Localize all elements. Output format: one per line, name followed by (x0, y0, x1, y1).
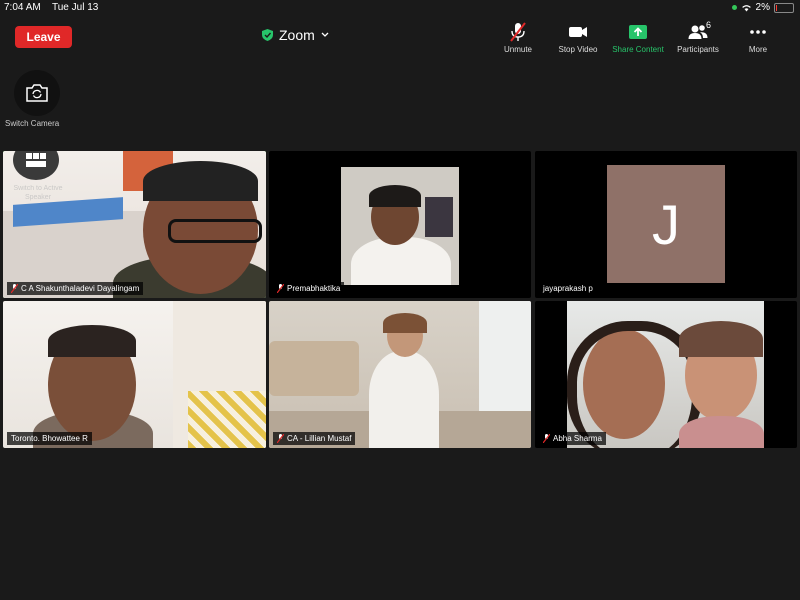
unmute-button[interactable]: Unmute (488, 20, 548, 54)
participants-button[interactable]: 6 Participants (668, 20, 728, 54)
stop-video-label: Stop Video (558, 45, 598, 54)
share-content-button[interactable]: Share Content (608, 20, 668, 54)
participant-name-tag: Premabhaktika (273, 282, 345, 295)
unmute-label: Unmute (503, 45, 532, 54)
participant-name: Abha Sharma (553, 434, 602, 443)
participant-name-tag: C A Shakunthaladevi Dayalingam (7, 282, 144, 295)
leave-button[interactable]: Leave (15, 26, 72, 48)
participants-icon (688, 25, 708, 39)
battery-percent: 2% (755, 2, 770, 13)
microphone-muted-icon (510, 22, 526, 42)
gallery-grid-icon (26, 153, 46, 167)
chevron-down-icon (321, 32, 329, 37)
video-tile-jayaprakash[interactable]: J jayaprakash p (535, 151, 797, 298)
wifi-icon (741, 4, 751, 11)
participant-name-tag: Toronto. Bhowattee R (7, 432, 92, 445)
more-dots-icon (750, 30, 766, 34)
share-arrow-icon (629, 25, 647, 39)
share-content-label: Share Content (612, 45, 664, 54)
participants-count-badge: 6 (706, 20, 712, 30)
participant-name: CA - Lillian Mustaf (287, 434, 352, 443)
meeting-title[interactable]: Zoom (262, 26, 329, 44)
muted-mic-icon (11, 284, 18, 293)
participant-name: Premabhaktika (287, 284, 341, 293)
camera-rotate-icon (26, 84, 48, 102)
meeting-title-text: Zoom (279, 27, 315, 43)
video-tile-shakunthaladevi[interactable]: Switch to Active Speaker C A Shakunthala… (3, 151, 266, 298)
muted-mic-icon (543, 434, 550, 443)
switch-camera-button[interactable] (14, 70, 60, 116)
meeting-toolbar: Unmute Stop Video Share Content 6 Partic… (488, 20, 788, 54)
video-feed (341, 167, 459, 285)
battery-icon (774, 2, 794, 13)
participant-name-tag: CA - Lillian Mustaf (273, 432, 356, 445)
video-feed (269, 301, 531, 448)
video-tile-premabhaktika[interactable]: Premabhaktika (269, 151, 531, 298)
avatar: J (607, 165, 725, 283)
stop-video-button[interactable]: Stop Video (548, 20, 608, 54)
video-tile-bhowattee[interactable]: Toronto. Bhowattee R (3, 301, 266, 448)
participant-name: C A Shakunthaladevi Dayalingam (21, 284, 140, 293)
active-speaker-label: Switch to Active Speaker (13, 185, 63, 201)
switch-camera-label: Switch Camera (5, 119, 60, 128)
status-indicators: 2% (731, 2, 794, 13)
video-tile-lillian[interactable]: CA - Lillian Mustaf (269, 301, 531, 448)
status-date: Tue Jul 13 (52, 2, 99, 13)
shield-check-icon (262, 29, 273, 41)
muted-mic-icon (277, 434, 284, 443)
camera-indicator-icon (731, 5, 737, 10)
status-bar: 7:04 AM Tue Jul 13 2% (0, 0, 800, 16)
participant-name-tag: jayaprakash p (539, 282, 597, 295)
video-camera-icon (569, 27, 587, 37)
status-time: 7:04 AM (4, 2, 41, 13)
video-tile-abha-sharma[interactable]: Abha Sharma (535, 301, 797, 448)
participant-name: jayaprakash p (543, 284, 593, 293)
video-feed (567, 301, 764, 448)
more-label: More (748, 45, 768, 54)
participants-label: Participants (677, 45, 719, 54)
video-feed (3, 301, 266, 448)
muted-mic-icon (277, 284, 284, 293)
participant-name-tag: Abha Sharma (539, 432, 606, 445)
participant-name: Toronto. Bhowattee R (11, 434, 88, 443)
more-button[interactable]: More (728, 20, 788, 54)
